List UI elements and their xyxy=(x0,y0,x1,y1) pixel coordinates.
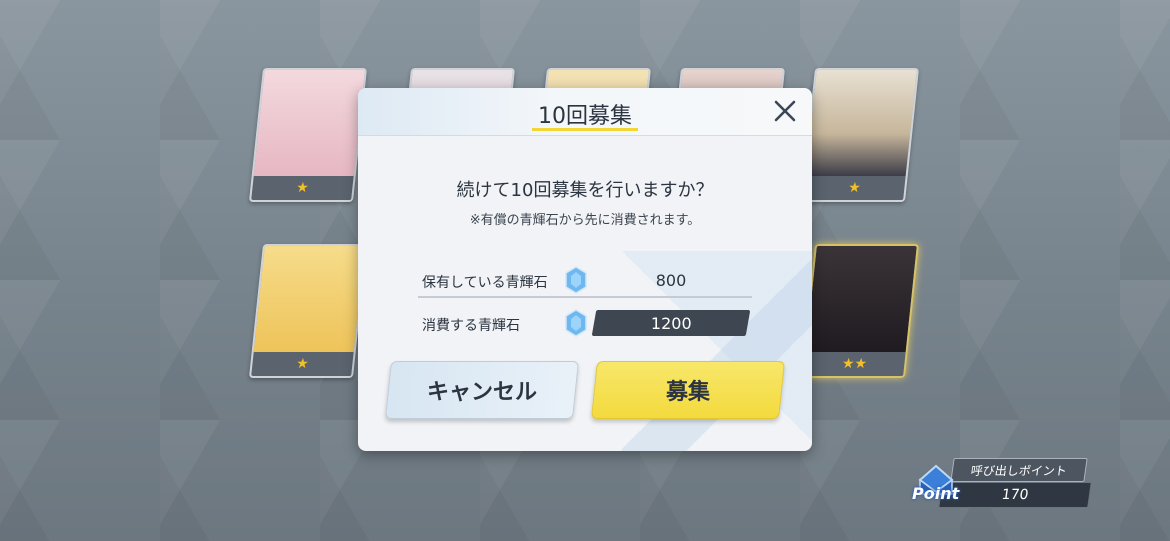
summon-point-label-text: 呼び出しポイント xyxy=(969,463,1068,478)
character-card[interactable]: ★ xyxy=(248,244,368,378)
cost-gems-row: 消費する青輝石 1200 xyxy=(418,307,752,339)
summon-point-value-text: 170 xyxy=(1000,487,1030,503)
character-card[interactable]: ★ xyxy=(248,68,368,202)
summon-point-value: 170 xyxy=(938,482,1092,508)
owned-gems-value: 800 xyxy=(655,270,687,290)
character-portrait xyxy=(253,246,365,352)
rarity-bar: ★ xyxy=(803,176,906,200)
rarity-bar: ★ xyxy=(251,352,354,376)
cost-gems-label: 消費する青輝石 xyxy=(422,318,520,334)
character-card[interactable]: ★★ xyxy=(800,244,920,378)
cost-gems-value-box: 1200 xyxy=(591,310,751,336)
close-icon xyxy=(774,100,796,122)
summon-point-label: 呼び出しポイント xyxy=(950,458,1088,482)
character-portrait xyxy=(805,70,917,176)
owned-gems-row: 保有している青輝石 800 xyxy=(418,264,752,298)
rarity-bar: ★★ xyxy=(803,352,906,376)
point-word: Point xyxy=(912,484,960,503)
summon-point-widget: 呼び出しポイント 170 Point xyxy=(912,458,1092,510)
character-card[interactable]: ★ xyxy=(800,68,920,202)
dialog-title: 10回募集 xyxy=(538,104,632,129)
cancel-button-label: キャンセル xyxy=(426,380,537,405)
paid-gem-note: ※有償の青輝石から先に消費されます。 xyxy=(469,213,701,228)
cost-gems-value: 1200 xyxy=(650,313,692,333)
close-button[interactable] xyxy=(770,96,800,126)
title-underline xyxy=(532,128,638,131)
star-icon: ★ xyxy=(295,356,310,372)
star-icon: ★ xyxy=(847,180,862,196)
blue-gem-icon xyxy=(565,266,587,294)
character-portrait xyxy=(253,70,365,176)
star-icon: ★ xyxy=(295,180,310,196)
blue-gem-icon xyxy=(565,309,587,337)
owned-gems-label: 保有している青輝石 xyxy=(422,275,548,291)
rarity-bar: ★ xyxy=(251,176,354,200)
cancel-button[interactable]: キャンセル xyxy=(384,361,580,419)
recruit-confirm-dialog: 10回募集 続けて10回募集を行いますか？ ※有償の青輝石から先に消費されます。… xyxy=(358,88,812,451)
recruit-button[interactable]: 募集 xyxy=(590,361,786,419)
character-portrait xyxy=(805,246,917,352)
dialog-header: 10回募集 xyxy=(358,88,812,136)
confirm-question: 続けて10回募集を行いますか？ xyxy=(456,180,714,201)
star-icon: ★★ xyxy=(841,356,868,372)
recruit-button-label: 募集 xyxy=(665,380,710,405)
